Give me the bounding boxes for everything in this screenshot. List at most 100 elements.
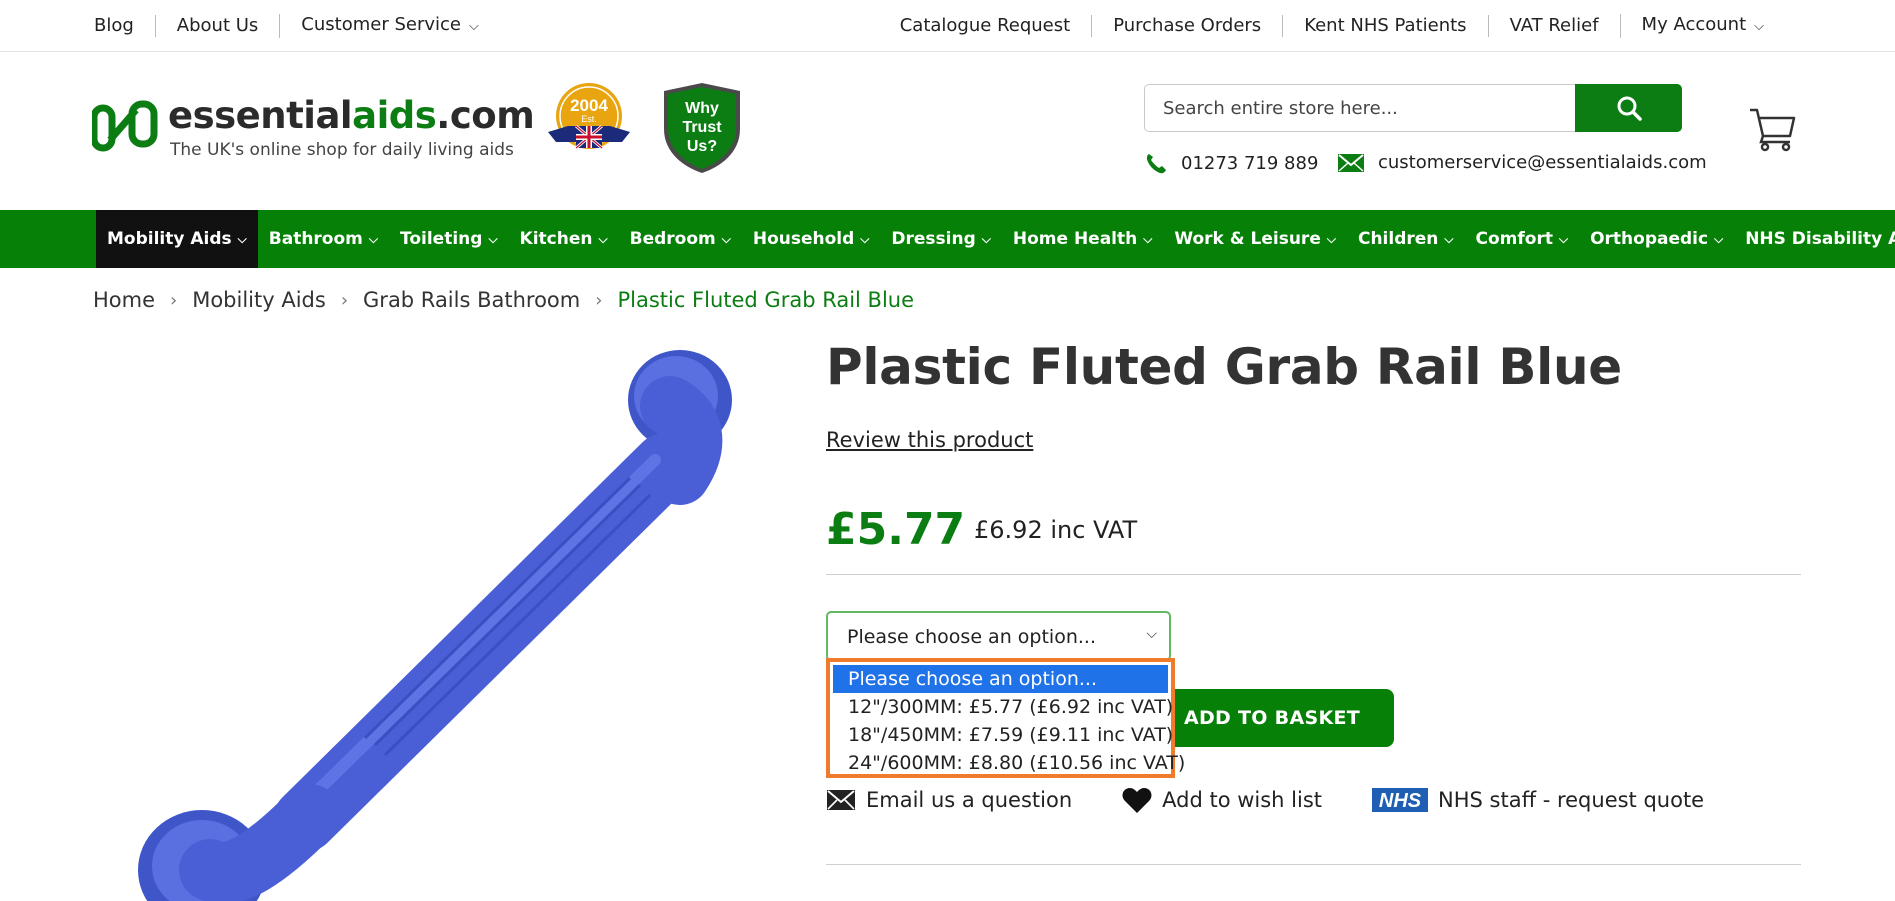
option-dropdown-list: Please choose an option... 12"/300MM: £5…	[826, 658, 1185, 778]
product-price-inc-vat: £6.92 inc VAT	[974, 516, 1138, 544]
select-current-value: Please choose an option...	[847, 626, 1096, 648]
nav-item-label: Children	[1357, 229, 1439, 249]
customer-service-label: Customer Service	[301, 14, 461, 35]
chevron-down-icon: ⌵	[237, 231, 247, 246]
breadcrumb-mobility-aids[interactable]: Mobility Aids	[192, 288, 326, 312]
product-price: £5.77	[826, 504, 966, 555]
why-trust-us-badge[interactable]: Why Trust Us?	[662, 81, 742, 175]
chevron-down-icon: ⌵	[1143, 231, 1153, 246]
logo-word-essential: essential	[168, 94, 353, 137]
grab-rail-image	[138, 350, 732, 901]
nav-item-label: Kitchen	[519, 229, 593, 249]
dropdown-option[interactable]: Please choose an option...	[833, 665, 1168, 693]
chevron-right-icon: ›	[595, 289, 603, 311]
cart-icon[interactable]	[1748, 104, 1796, 152]
email-question-link[interactable]: Email us a question	[826, 788, 1072, 812]
vat-relief-link[interactable]: VAT Relief	[1487, 15, 1620, 37]
logo-wordmark: essentialaids.com	[168, 94, 535, 137]
main-navigation: Mobility Aids ⌵ Bathroom ⌵ Toileting ⌵ Kitc…	[0, 210, 1895, 268]
dropdown-option[interactable]: 18"/450MM: £7.59 (£9.11 inc VAT)	[833, 721, 1173, 749]
search-icon	[1617, 96, 1642, 121]
dropdown-option[interactable]: 12"/300MM: £5.77 (£6.92 inc VAT)	[833, 693, 1173, 721]
breadcrumb-home[interactable]: Home	[93, 288, 155, 312]
nav-item-bedroom[interactable]: Bedroom ⌵	[619, 210, 742, 268]
logo-mark-icon	[92, 100, 158, 152]
nav-item-label: Mobility Aids	[107, 229, 232, 249]
search-input[interactable]	[1145, 85, 1575, 131]
product-image[interactable]	[110, 350, 760, 901]
nav-item-mobility-aids[interactable]: Mobility Aids ⌵	[96, 210, 258, 268]
email-contact[interactable]: customerservice@essentialaids.com	[1338, 152, 1707, 173]
nav-item-children[interactable]: Children ⌵	[1347, 210, 1465, 268]
chevron-down-icon: ⌵	[981, 231, 991, 246]
catalogue-request-link[interactable]: Catalogue Request	[900, 15, 1091, 37]
logo-word-aids: aids	[352, 94, 437, 137]
nav-item-toileting[interactable]: Toileting ⌵	[389, 210, 509, 268]
logo-tagline: The UK's online shop for daily living ai…	[170, 140, 514, 160]
breadcrumb-current: Plastic Fluted Grab Rail Blue	[617, 288, 915, 312]
my-account-label: My Account	[1641, 14, 1747, 35]
trust-line-2: Trust	[682, 119, 722, 136]
phone-icon	[1146, 154, 1166, 174]
nav-item-label: Toileting	[400, 229, 483, 249]
badge-year: 2004	[570, 96, 608, 115]
nav-item-label: Household	[752, 229, 855, 249]
badge-est: Est.	[581, 114, 597, 124]
chevron-down-icon: ⌵	[1558, 231, 1569, 246]
top-left-links: Blog About Us Customer Service ⌵	[94, 14, 500, 38]
search-bar	[1144, 84, 1682, 132]
nhs-logo-text: NHS	[1379, 790, 1422, 812]
nav-item-label: Dressing	[891, 229, 976, 249]
nhs-logo-icon: NHS	[1372, 788, 1429, 812]
nav-item-label: Home Health	[1012, 229, 1138, 249]
dropdown-option[interactable]: 24"/600MM: £8.80 (£10.56 inc VAT)	[833, 749, 1185, 777]
customer-service-menu[interactable]: Customer Service ⌵	[279, 14, 500, 38]
size-option-select[interactable]: Please choose an option... ⌵	[826, 611, 1171, 661]
nav-item-home-health[interactable]: Home Health ⌵	[1002, 210, 1163, 268]
search-button[interactable]	[1575, 84, 1682, 132]
my-account-menu[interactable]: My Account ⌵	[1619, 14, 1785, 38]
nav-item-work-leisure[interactable]: Work & Leisure ⌵	[1163, 210, 1347, 268]
wish-list-label: Add to wish list	[1162, 788, 1323, 812]
nav-item-nhs-disability-aids[interactable]: NHS Disability Aids⌵	[1734, 210, 1895, 268]
chevron-down-icon: ⌵	[1146, 626, 1157, 642]
email-question-label: Email us a question	[866, 788, 1073, 812]
logo-word-com: .com	[436, 94, 535, 137]
phone-contact[interactable]: 01273 719 889	[1145, 152, 1318, 174]
add-to-basket-button[interactable]: ADD TO BASKET	[1150, 689, 1394, 747]
review-this-product-link[interactable]: Review this product	[826, 428, 1033, 452]
nav-item-kitchen[interactable]: Kitchen ⌵	[509, 210, 619, 268]
nav-item-label: Work & Leisure	[1174, 229, 1321, 249]
product-title: Plastic Fluted Grab Rail Blue	[826, 338, 1622, 396]
nav-item-label: NHS Disability Aids	[1745, 229, 1895, 249]
chevron-down-icon: ⌵	[468, 19, 479, 34]
chevron-down-icon: ⌵	[1754, 19, 1764, 34]
nav-item-dressing[interactable]: Dressing ⌵	[880, 210, 1001, 268]
purchase-orders-link[interactable]: Purchase Orders	[1091, 15, 1282, 37]
nhs-request-quote-link[interactable]: NHS NHS staff - request quote	[1372, 788, 1704, 812]
chevron-down-icon: ⌵	[721, 231, 731, 246]
nav-item-label: Bedroom	[629, 229, 716, 249]
nav-item-bathroom[interactable]: Bathroom ⌵	[258, 210, 389, 268]
nav-item-orthopaedic[interactable]: Orthopaedic ⌵	[1579, 210, 1734, 268]
nav-item-label: Comfort	[1475, 229, 1553, 249]
email-address: customerservice@essentialaids.com	[1378, 152, 1707, 173]
nhs-quote-label: NHS staff - request quote	[1438, 788, 1705, 812]
kent-nhs-patients-link[interactable]: Kent NHS Patients	[1282, 15, 1487, 37]
top-right-links: Catalogue Request Purchase Orders Kent N…	[900, 14, 1785, 38]
chevron-right-icon: ›	[340, 289, 349, 311]
chevron-down-icon: ⌵	[598, 231, 608, 246]
add-to-wish-list-link[interactable]: Add to wish list	[1122, 786, 1322, 814]
nav-item-comfort[interactable]: Comfort ⌵	[1465, 210, 1580, 268]
breadcrumb-grab-rails-bathroom[interactable]: Grab Rails Bathroom	[363, 288, 580, 312]
product-actions: Email us a question Add to wish list NHS…	[826, 786, 1754, 814]
nav-item-household[interactable]: Household ⌵	[742, 210, 881, 268]
about-us-link[interactable]: About Us	[154, 15, 280, 37]
blog-link[interactable]: Blog	[94, 15, 155, 37]
divider	[826, 864, 1801, 865]
site-logo[interactable]: essentialaids.com The UK's online shop f…	[92, 94, 535, 166]
chevron-right-icon: ›	[170, 289, 178, 311]
heart-icon	[1122, 788, 1152, 813]
breadcrumb: Home › Mobility Aids › Grab Rails Bathro…	[93, 288, 914, 312]
nav-item-label: Orthopaedic	[1590, 229, 1709, 249]
